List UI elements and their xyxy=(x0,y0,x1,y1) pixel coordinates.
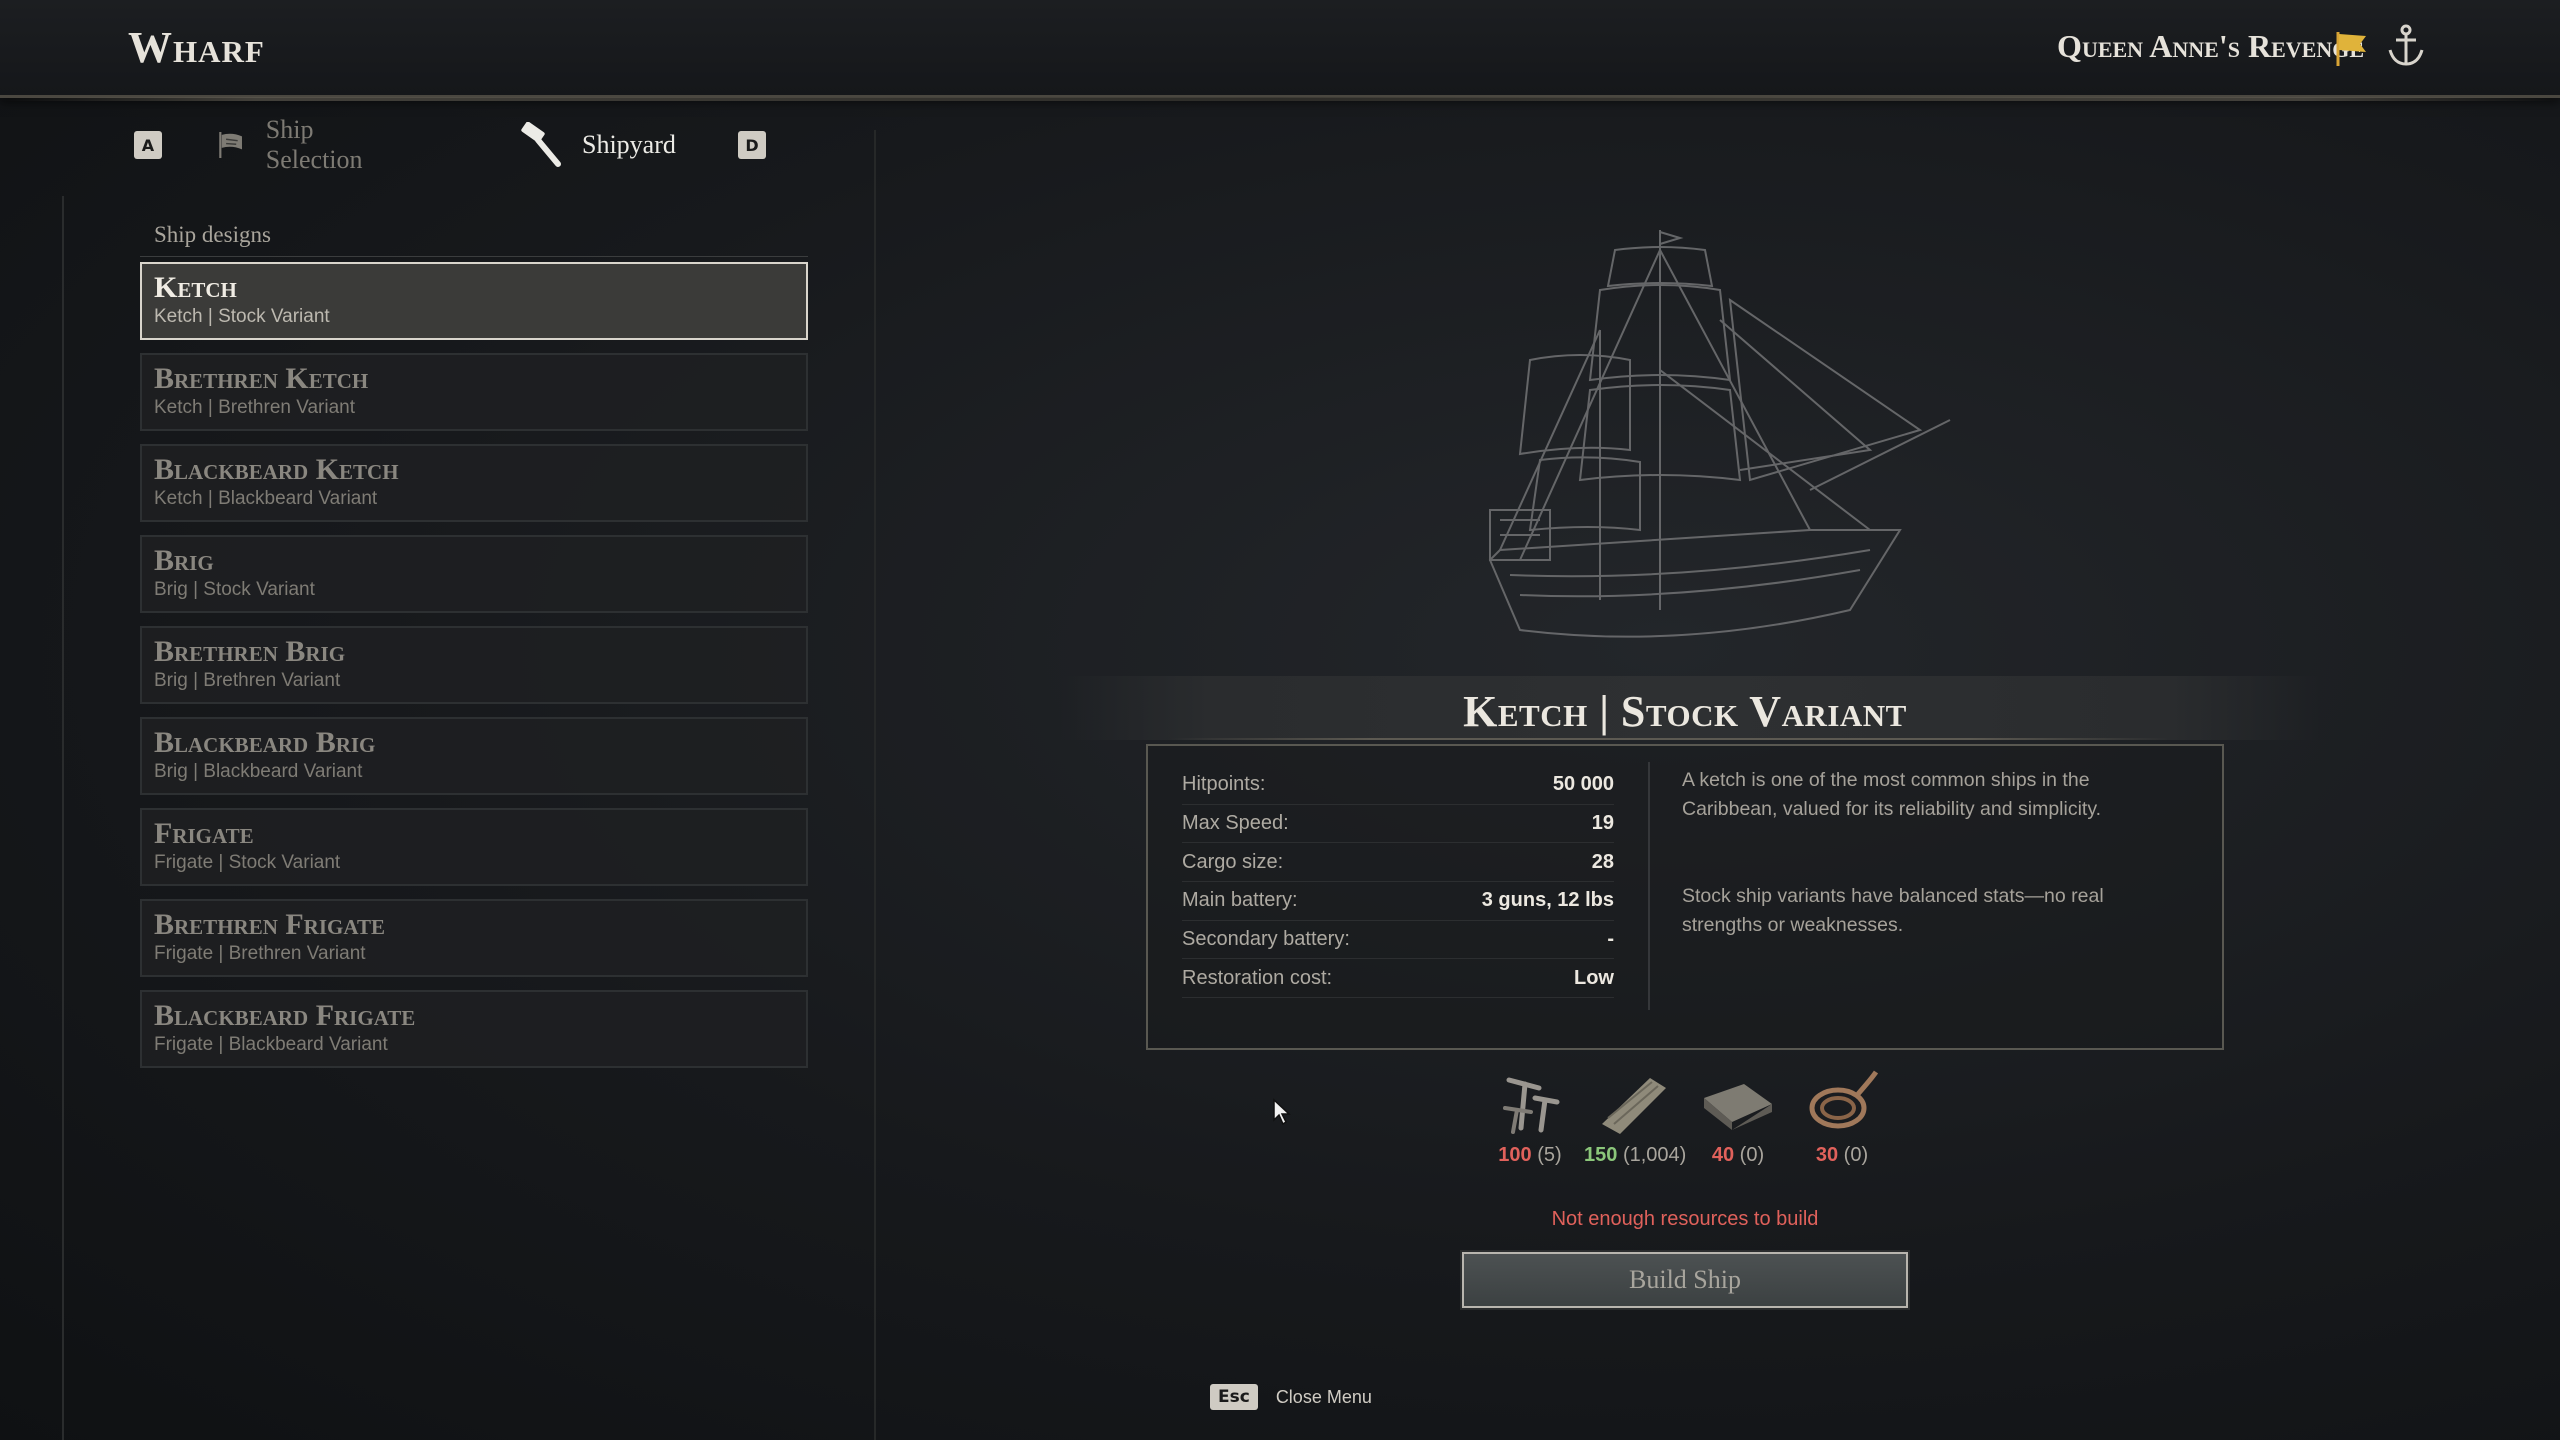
tab-label: Ship Selection xyxy=(265,115,363,174)
current-ship-name: Queen Anne's Revenge xyxy=(2057,28,2364,64)
stat-label: Main battery: xyxy=(1182,889,1298,912)
rope-icon xyxy=(1809,1070,1879,1129)
stat-row: Hitpoints: 50 000 xyxy=(1182,766,1614,805)
variant-description: Stock ship variants have balanced stats—… xyxy=(1682,885,2104,936)
ship-design-variant: Brig | Blackbeard Variant xyxy=(154,761,363,782)
resource-owned: (1,004) xyxy=(1622,1144,1687,1166)
stat-row: Cargo size: 28 xyxy=(1182,843,1614,883)
stat-label: Secondary battery: xyxy=(1182,928,1350,951)
ship-design-name: Ketch xyxy=(154,271,237,304)
stat-label: Restoration cost: xyxy=(1182,966,1333,989)
ship-design-name: Brethren Ketch xyxy=(154,362,369,395)
stat-row: Max Speed: 19 xyxy=(1182,805,1614,844)
ship-design-name: Blackbeard Ketch xyxy=(154,453,399,486)
banner-underline xyxy=(1170,738,2170,740)
ship-design-variant: Frigate | Brethren Variant xyxy=(154,943,366,964)
mouse-cursor-icon xyxy=(1273,1098,1291,1126)
resource-required: 30 xyxy=(1815,1144,1839,1166)
ship-design-variant: Brig | Brethren Variant xyxy=(154,670,341,691)
ship-design-item[interactable]: Brig Brig | Stock Variant xyxy=(140,535,808,613)
stat-value: 3 guns, 12 lbs xyxy=(1481,889,1614,912)
stat-value: Low xyxy=(1574,966,1614,989)
resource-item: 150 (1,004) xyxy=(1584,1068,1687,1167)
resource-item: 30 (0) xyxy=(1792,1068,1892,1167)
ship-design-variant: Frigate | Stock Variant xyxy=(154,852,341,873)
section-divider xyxy=(140,256,808,257)
ship-design-list: Ketch Ketch | Stock Variant Brethren Ket… xyxy=(140,262,808,1081)
next-tab-key[interactable]: D xyxy=(738,131,766,159)
hammer-icon xyxy=(521,122,561,167)
ship-design-item[interactable]: Frigate Frigate | Stock Variant xyxy=(140,808,808,886)
top-bar: Wharf Queen Anne's Revenge xyxy=(0,0,2560,101)
resource-item: 100 (5) xyxy=(1480,1068,1580,1167)
resource-owned: (0) xyxy=(1843,1144,1869,1166)
ship-design-variant: Ketch | Stock Variant xyxy=(154,306,330,327)
resource-required: 40 xyxy=(1711,1144,1735,1166)
ship-design-variant: Frigate | Blackbeard Variant xyxy=(154,1034,388,1055)
build-ship-button[interactable]: Build Ship xyxy=(1460,1250,1910,1310)
resource-owned: (0) xyxy=(1739,1144,1765,1166)
ship-illustration xyxy=(1488,230,1951,638)
tab-shipyard[interactable]: Shipyard xyxy=(516,122,676,168)
stat-row: Restoration cost: Low xyxy=(1182,959,1614,999)
insufficient-resources-warning: Not enough resources to build xyxy=(1551,1208,1819,1230)
close-menu-label: Close Menu xyxy=(1275,1386,1372,1407)
ship-design-variant: Brig | Stock Variant xyxy=(154,579,315,600)
resource-costs: 100 (5) 150 (1,004) 40 (0) 30 (0) xyxy=(1480,1068,1900,1188)
column-divider xyxy=(874,130,876,1440)
ship-design-name: Brethren Frigate xyxy=(154,908,385,941)
anchor-icon xyxy=(2388,24,2424,66)
prev-tab-key[interactable]: A xyxy=(134,131,162,159)
resource-required: 100 xyxy=(1498,1144,1532,1166)
page-title: Wharf xyxy=(128,23,265,72)
ship-description: A ketch is one of the most common ships … xyxy=(1682,769,2102,820)
stat-value: 19 xyxy=(1591,812,1614,835)
ship-design-name: Blackbeard Brig xyxy=(154,726,376,759)
stat-value: 50 000 xyxy=(1552,773,1614,796)
detail-title: Ketch | Stock Variant xyxy=(1463,687,1907,736)
ship-design-item[interactable]: Blackbeard Brig Brig | Blackbeard Varian… xyxy=(140,717,808,795)
resource-owned: (5) xyxy=(1537,1144,1562,1166)
ship-design-item[interactable]: Brethren Frigate Frigate | Brethren Vari… xyxy=(140,899,808,977)
stats-separator xyxy=(1648,762,1650,1010)
ship-design-item[interactable]: Ketch Ketch | Stock Variant xyxy=(140,262,808,340)
ship-design-name: Frigate xyxy=(154,817,254,850)
esc-key[interactable]: Esc xyxy=(1210,1384,1258,1410)
left-edge-line xyxy=(62,196,64,1440)
ship-flag-icon xyxy=(219,132,242,158)
timber-icon xyxy=(1602,1078,1666,1134)
footer-hint: Esc Close Menu xyxy=(1210,1384,1372,1410)
ship-design-name: Brethren Brig xyxy=(154,635,346,668)
ship-design-variant: Ketch | Blackbeard Variant xyxy=(154,488,378,509)
stat-row: Main battery: 3 guns, 12 lbs xyxy=(1182,882,1614,921)
cloth-icon xyxy=(1704,1084,1772,1130)
stat-row: Secondary battery: - xyxy=(1182,921,1614,960)
stats-table: Hitpoints: 50 000 Max Speed: 19 Cargo si… xyxy=(1182,766,1614,999)
resource-item: 40 (0) xyxy=(1688,1068,1788,1167)
nails-icon xyxy=(1503,1077,1560,1134)
stat-label: Max Speed: xyxy=(1182,812,1289,835)
ship-design-variant: Ketch | Brethren Variant xyxy=(154,397,356,418)
stat-value: - xyxy=(1607,928,1614,951)
tab-ship-selection[interactable]: Ship Selection xyxy=(216,115,375,174)
resource-required: 150 xyxy=(1584,1144,1618,1166)
ship-design-item[interactable]: Brethren Brig Brig | Brethren Variant xyxy=(140,626,808,704)
flag-icon xyxy=(2336,32,2366,66)
ship-design-item[interactable]: Brethren Ketch Ketch | Brethren Variant xyxy=(140,353,808,431)
stat-label: Hitpoints: xyxy=(1182,773,1266,796)
ship-design-name: Blackbeard Frigate xyxy=(154,999,416,1032)
stat-value: 28 xyxy=(1591,850,1614,873)
ship-design-item[interactable]: Blackbeard Frigate Frigate | Blackbeard … xyxy=(140,990,808,1068)
tab-label: Shipyard xyxy=(582,130,676,159)
section-label: Ship designs xyxy=(154,222,271,247)
ship-design-name: Brig xyxy=(154,544,214,577)
stat-label: Cargo size: xyxy=(1182,850,1284,873)
ship-design-item[interactable]: Blackbeard Ketch Ketch | Blackbeard Vari… xyxy=(140,444,808,522)
